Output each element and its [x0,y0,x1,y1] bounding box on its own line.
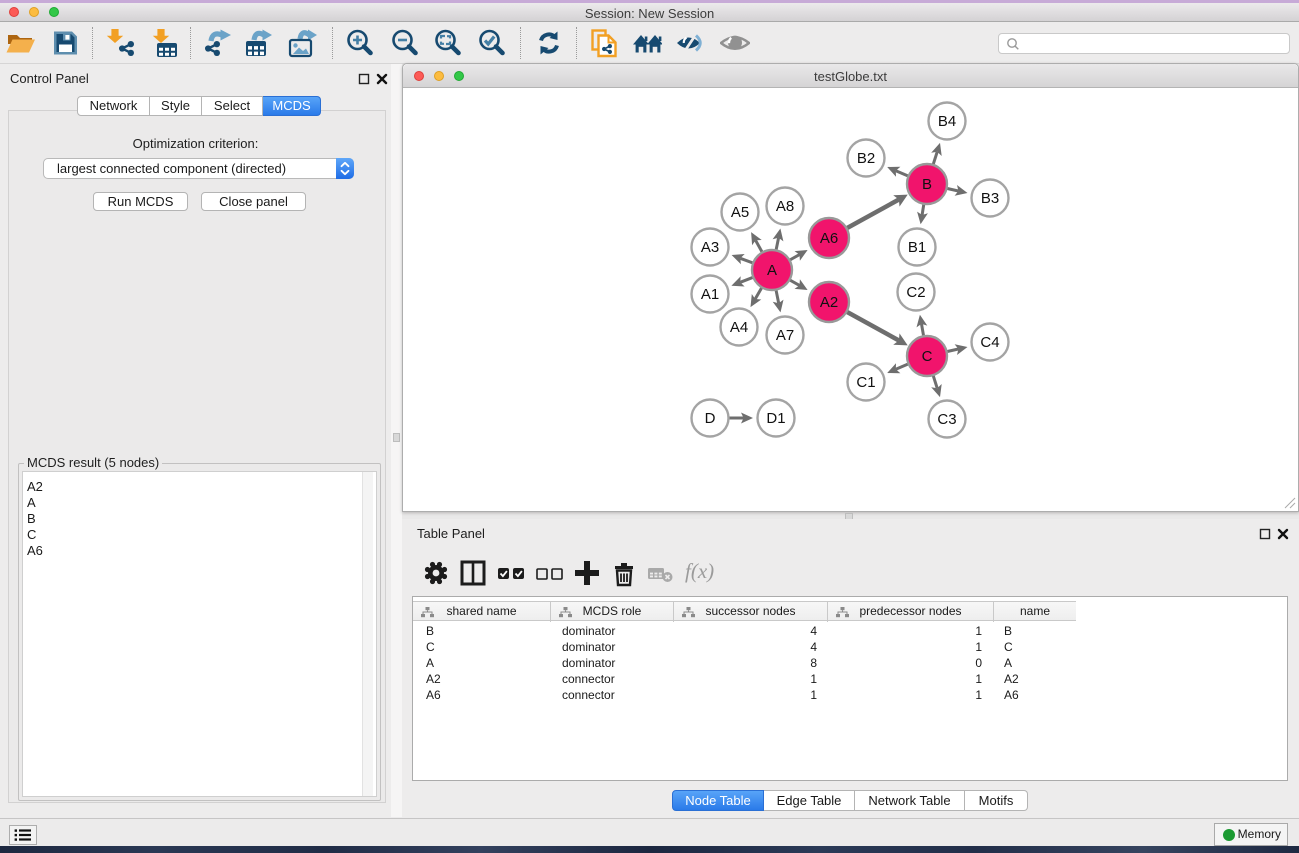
svg-text:A: A [767,262,777,279]
svg-text:C3: C3 [937,411,956,428]
svg-text:C: C [922,348,933,365]
svg-text:B1: B1 [908,239,926,256]
svg-text:A6: A6 [820,230,838,247]
svg-text:C1: C1 [856,374,875,391]
svg-text:A7: A7 [776,327,794,344]
svg-text:C2: C2 [906,284,925,301]
svg-text:D: D [705,410,716,427]
svg-text:A1: A1 [701,286,719,303]
svg-text:A8: A8 [776,198,794,215]
svg-text:A5: A5 [731,204,749,221]
svg-text:B4: B4 [938,113,956,130]
svg-text:A4: A4 [730,319,748,336]
svg-text:C4: C4 [980,334,999,351]
svg-text:A3: A3 [701,239,719,256]
svg-text:B: B [922,176,932,193]
svg-text:A2: A2 [820,294,838,311]
svg-text:B2: B2 [857,150,875,167]
svg-text:D1: D1 [766,410,785,427]
svg-text:B3: B3 [981,190,999,207]
